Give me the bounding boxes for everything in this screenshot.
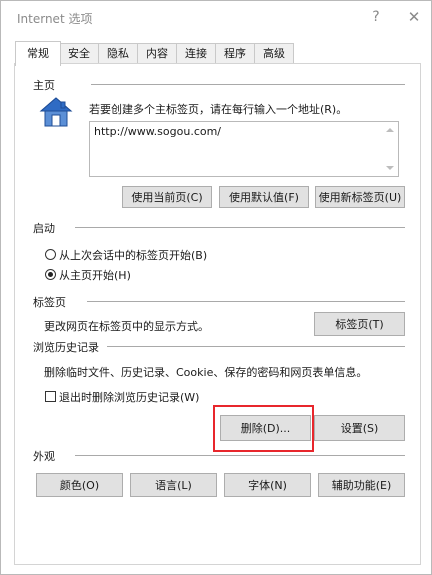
highlight-annotation bbox=[213, 405, 314, 452]
history-heading: 浏览历史记录 bbox=[33, 341, 99, 354]
radio-home-page-label[interactable]: 从主页开始(H) bbox=[59, 267, 131, 283]
tab-programs[interactable]: 程序 bbox=[215, 43, 255, 64]
colors-button[interactable]: 颜色(O) bbox=[36, 473, 123, 497]
home-divider bbox=[91, 84, 405, 85]
scroll-up-icon[interactable] bbox=[386, 128, 394, 132]
tab-security[interactable]: 安全 bbox=[59, 43, 99, 64]
radio-last-session-label[interactable]: 从上次会话中的标签页开始(B) bbox=[59, 247, 207, 263]
appearance-divider bbox=[75, 455, 405, 456]
home-heading: 主页 bbox=[33, 79, 55, 92]
title-bar: Internet 选项 ? ✕ bbox=[1, 1, 431, 33]
tab-general[interactable]: 常规 bbox=[15, 41, 61, 66]
home-page-url: http://www.sogou.com/ bbox=[94, 125, 222, 138]
radio-selected-dot bbox=[48, 272, 53, 277]
tab-connections[interactable]: 连接 bbox=[176, 43, 216, 64]
history-description: 删除临时文件、历史记录、Cookie、保存的密码和网页表单信息。 bbox=[44, 366, 368, 379]
settings-button[interactable]: 设置(S) bbox=[314, 415, 405, 441]
fonts-button[interactable]: 字体(N) bbox=[224, 473, 311, 497]
languages-button[interactable]: 语言(L) bbox=[130, 473, 217, 497]
appearance-heading: 外观 bbox=[33, 450, 55, 463]
tabs-divider bbox=[87, 301, 405, 302]
tab-privacy[interactable]: 隐私 bbox=[98, 43, 138, 64]
tab-content[interactable]: 内容 bbox=[137, 43, 177, 64]
use-default-button[interactable]: 使用默认值(F) bbox=[219, 186, 309, 208]
startup-heading: 启动 bbox=[33, 222, 55, 235]
use-current-button[interactable]: 使用当前页(C) bbox=[122, 186, 212, 208]
delete-on-exit-checkbox[interactable] bbox=[45, 391, 56, 402]
tabs-button[interactable]: 标签页(T) bbox=[314, 312, 405, 336]
startup-divider bbox=[75, 227, 405, 228]
scroll-down-icon[interactable] bbox=[386, 166, 394, 170]
accessibility-button[interactable]: 辅助功能(E) bbox=[318, 473, 405, 497]
radio-last-session[interactable] bbox=[45, 249, 56, 260]
tabs-description: 更改网页在标签页中的显示方式。 bbox=[44, 320, 209, 333]
home-page-url-field[interactable]: http://www.sogou.com/ bbox=[89, 121, 399, 177]
radio-home-page[interactable] bbox=[45, 269, 56, 280]
tab-advanced[interactable]: 高级 bbox=[254, 43, 294, 64]
delete-on-exit-label[interactable]: 退出时删除浏览历史记录(W) bbox=[59, 389, 199, 405]
internet-options-dialog: Internet 选项 ? ✕ 常规 安全 隐私 内容 连接 程序 高级 主页 … bbox=[0, 0, 432, 575]
home-instruction: 若要创建多个主标签页，请在每行输入一个地址(R)。 bbox=[89, 103, 348, 116]
help-button[interactable]: ? bbox=[366, 7, 386, 27]
vertical-scrollbar[interactable] bbox=[382, 122, 398, 176]
tabs-heading: 标签页 bbox=[33, 296, 66, 309]
window-title: Internet 选项 bbox=[17, 12, 93, 26]
house-icon bbox=[39, 97, 73, 127]
close-button[interactable]: ✕ bbox=[404, 7, 424, 27]
history-divider bbox=[107, 346, 405, 347]
use-new-tab-button[interactable]: 使用新标签页(U) bbox=[315, 186, 405, 208]
